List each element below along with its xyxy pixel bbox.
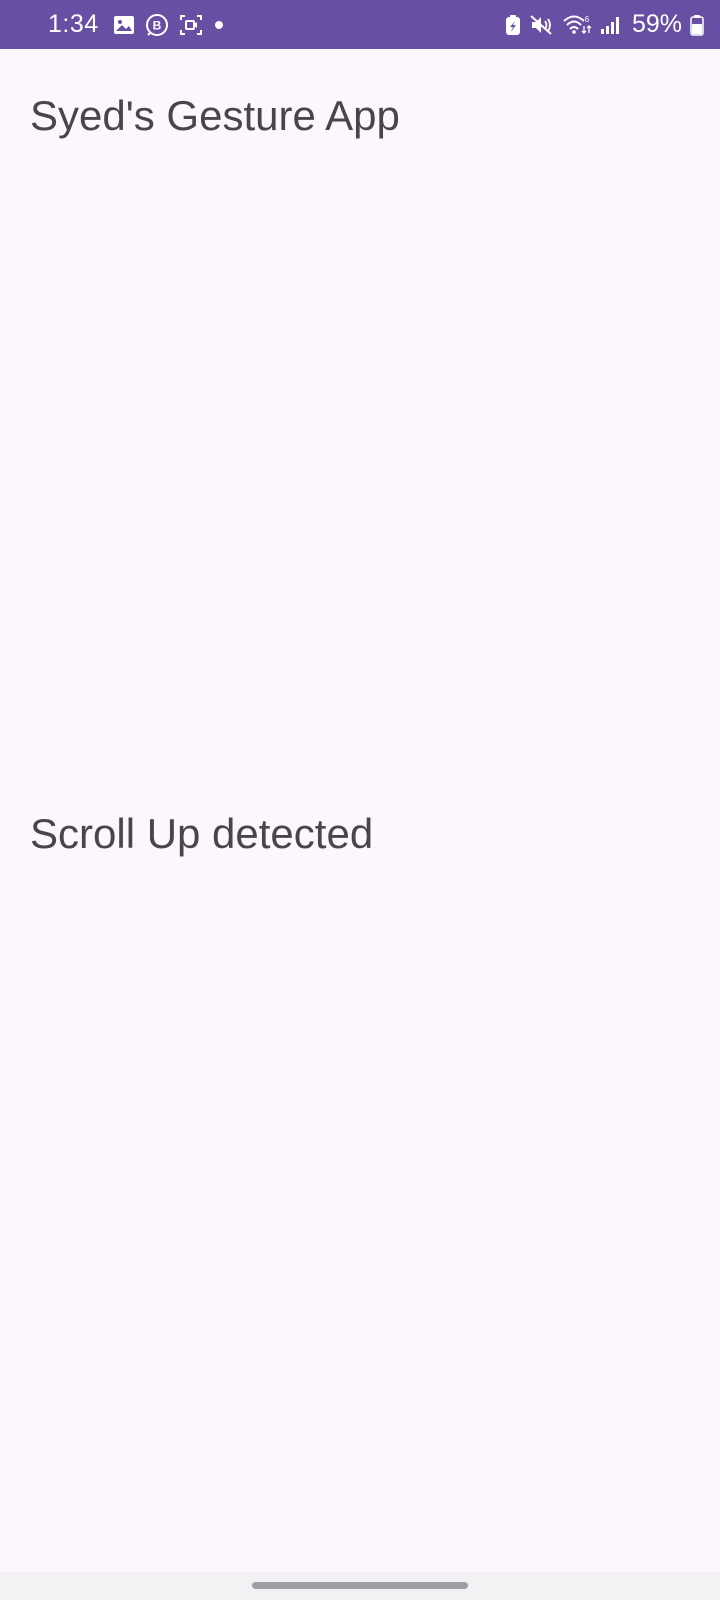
mute-icon (530, 14, 554, 36)
gesture-status-text: Scroll Up detected (30, 810, 374, 857)
status-bar: 1:34 B 6 59% (0, 0, 720, 49)
dot-icon (213, 19, 225, 31)
battery-icon (690, 14, 704, 36)
gallery-icon (113, 15, 135, 35)
status-left-group: 1:34 B (48, 0, 225, 49)
svg-text:6: 6 (585, 15, 590, 24)
wifi-icon: 6 (562, 13, 592, 37)
battery-percent: 59% (631, 10, 682, 38)
screen-record-icon (179, 14, 203, 36)
status-right-group: 6 59% (504, 0, 704, 49)
app-content[interactable]: Syed's Gesture App Scroll Up detected (0, 49, 720, 1600)
signal-icon (600, 15, 622, 35)
svg-text:B: B (152, 18, 161, 32)
app-title: Syed's Gesture App (30, 92, 400, 139)
battery-saver-icon (504, 14, 522, 36)
b-notification-icon: B (145, 13, 169, 37)
navigation-bar (0, 1572, 720, 1600)
status-time: 1:34 (48, 10, 99, 38)
home-gesture-handle[interactable] (252, 1582, 468, 1589)
